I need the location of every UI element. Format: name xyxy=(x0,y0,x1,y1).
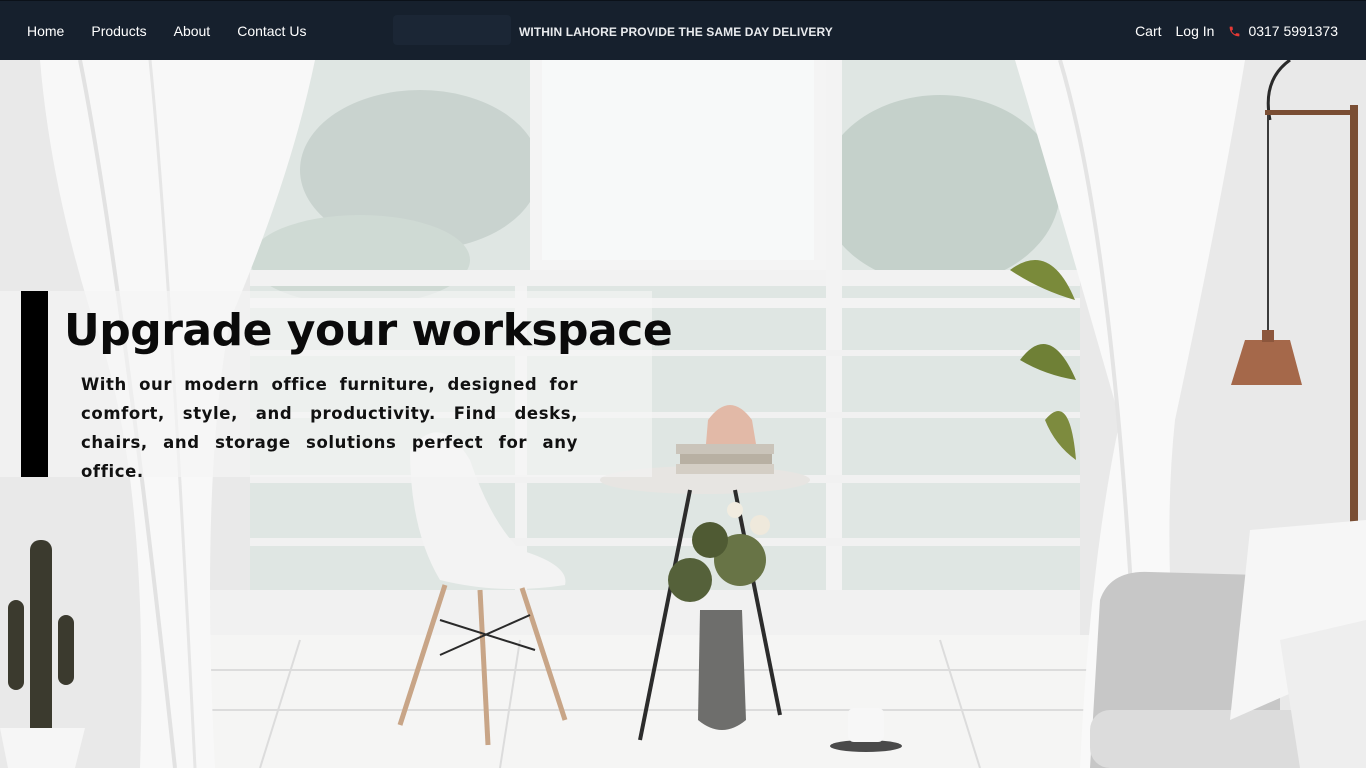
nav-link-products[interactable]: Products xyxy=(91,23,146,39)
hero-description: With our modern office furniture, design… xyxy=(81,375,578,481)
top-navbar: Home Products About Contact Us WITHIN LA… xyxy=(0,0,1366,60)
nav-link-home[interactable]: Home xyxy=(27,23,64,39)
phone-number: 0317 5991373 xyxy=(1248,23,1338,39)
delivery-announcement: WITHIN LAHORE PROVIDE THE SAME DAY DELIV… xyxy=(519,25,833,39)
hero-accent-bar xyxy=(21,291,48,477)
cart-link[interactable]: Cart xyxy=(1135,23,1161,39)
login-link[interactable]: Log In xyxy=(1176,23,1215,39)
nav-link-contact-us[interactable]: Contact Us xyxy=(237,23,306,39)
hero-title: Upgrade your workspace xyxy=(64,305,673,356)
primary-nav: Home Products About Contact Us xyxy=(27,1,333,61)
phone-contact[interactable]: 0317 5991373 xyxy=(1228,23,1338,39)
nav-placeholder-box xyxy=(393,15,511,45)
account-nav: Cart Log In 0317 5991373 xyxy=(1121,1,1338,61)
nav-link-about[interactable]: About xyxy=(174,23,211,39)
phone-icon xyxy=(1230,26,1240,36)
